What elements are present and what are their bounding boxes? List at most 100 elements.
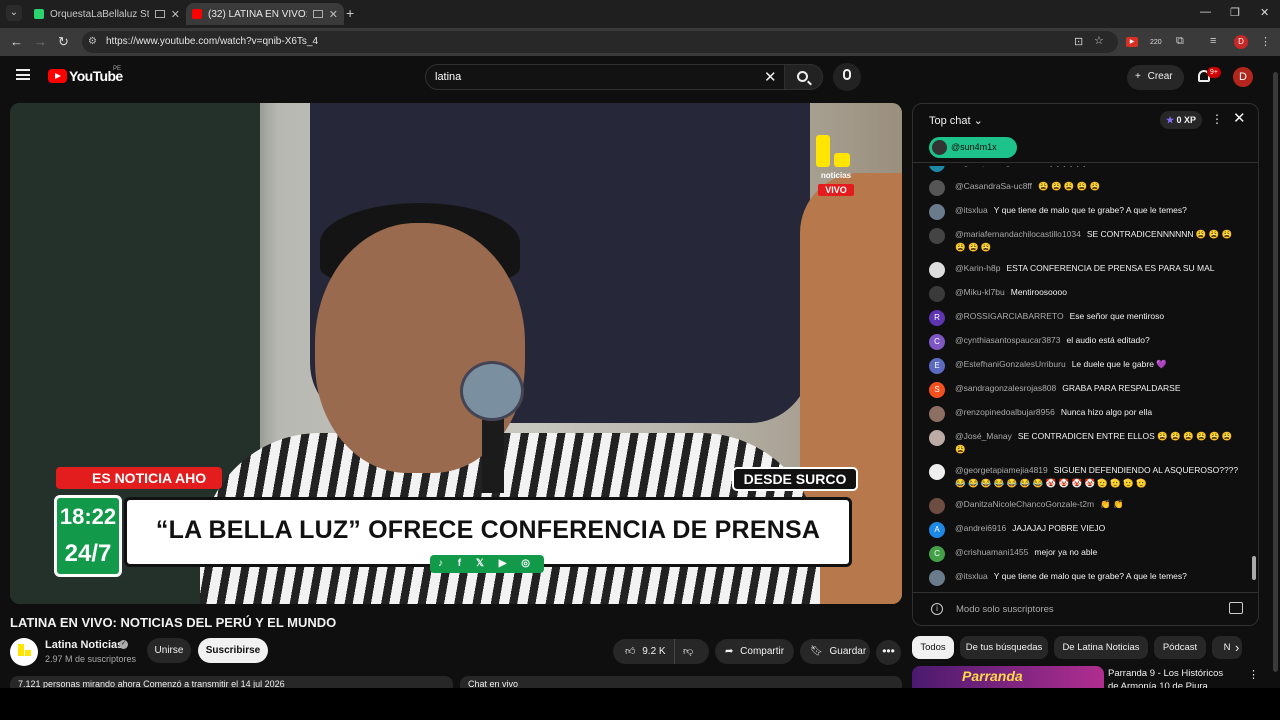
browser-tab[interactable]: OrquestaLaBellaluz Stream ✕ (28, 3, 186, 25)
chat-message[interactable]: @itsxlua Y que tiene de malo que te grabe… (913, 566, 1249, 590)
browser-menu-icon[interactable]: ⋮ (1260, 35, 1271, 48)
subscribe-button[interactable]: Suscribirse (198, 638, 268, 663)
chat-message[interactable]: @DanitzaNicoleChancoGonzale-t2m 👏 👏 (913, 494, 1249, 518)
bookmark-star-icon[interactable]: ☆ (1094, 34, 1104, 47)
reading-list-icon[interactable]: ≡ (1210, 35, 1216, 47)
browser-profile-avatar[interactable]: D (1234, 35, 1248, 49)
url-text[interactable]: https://www.youtube.com/watch?v=qnib-X6T… (106, 36, 318, 47)
chevron-right-icon[interactable]: › (1235, 640, 1239, 655)
channel-avatar[interactable] (10, 638, 38, 666)
address-bar[interactable]: ⚙ https://www.youtube.com/watch?v=qnib-X… (82, 31, 1118, 53)
chat-author-name[interactable]: @sandragonzalesrojas808 (955, 383, 1056, 393)
chat-author-avatar[interactable] (929, 430, 945, 446)
chat-author-avatar[interactable] (929, 406, 945, 422)
live-chat-panel-link[interactable]: Chat en vivo (460, 676, 902, 688)
chat-message[interactable]: @georgetapiamejia4819 SIGUEN DEFENDIENDO … (913, 460, 1249, 494)
media-icon[interactable] (312, 10, 323, 18)
chat-mode-dropdown[interactable]: Top chat ⌄ (929, 114, 983, 127)
chat-message[interactable]: @mariafernandachilocastillo1034 SE CONTRA… (913, 224, 1249, 258)
reload-icon[interactable]: ↻ (58, 34, 69, 50)
video-player[interactable]: noticias VIVO ES NOTICIA AHO DESDE SURCO… (10, 103, 902, 604)
pinned-ticker[interactable]: @sun4m1x (929, 137, 1017, 158)
tab-search-button[interactable]: ⌄ (6, 5, 22, 21)
chat-message[interactable]: R @ROSSIGARCIABARRETO Ese señor que mentir… (913, 306, 1249, 330)
chat-author-avatar[interactable] (929, 180, 945, 196)
chat-author-name[interactable]: @itsxlua (955, 571, 988, 581)
channel-name[interactable]: Latina Noticias (45, 639, 123, 651)
voice-search-button[interactable] (833, 63, 861, 91)
chat-author-name[interactable]: @giampiereaguilar4114 (955, 166, 1045, 167)
new-tab-button[interactable]: + (346, 5, 354, 21)
chat-message[interactable]: E @EstefhaniGonzalesUrriburu Le duele que … (913, 354, 1249, 378)
chat-author-name[interactable]: @mariafernandachilocastillo1034 (955, 229, 1081, 239)
chip-podcast[interactable]: Pódcast (1154, 636, 1206, 659)
search-input[interactable]: latina ✕ (425, 64, 785, 90)
chat-author-avatar[interactable] (929, 286, 945, 302)
chat-author-name[interactable]: @CasandraSa-uc8ff (955, 181, 1032, 191)
money-icon[interactable] (1229, 602, 1243, 614)
chat-author-name[interactable]: @georgetapiamejia4819 (955, 465, 1048, 475)
install-app-icon[interactable]: ⊡ (1074, 35, 1083, 48)
maximize-icon[interactable]: ❐ (1230, 6, 1240, 19)
chat-message[interactable]: @Karin-h8p ESTA CONFERENCIA DE PRENSA ES … (913, 258, 1249, 282)
chat-author-avatar[interactable]: A (929, 522, 945, 538)
recommended-options-icon[interactable]: ⋮ (1248, 668, 1259, 681)
join-button[interactable]: Unirse (147, 638, 191, 663)
minimize-icon[interactable]: — (1200, 6, 1211, 18)
chat-author-name[interactable]: @Miku-kl7bu (955, 287, 1005, 297)
search-button[interactable] (784, 64, 823, 90)
chat-message[interactable]: C @cynthiasantospaucar3873 el audio está e… (913, 330, 1249, 354)
account-avatar[interactable]: D (1233, 67, 1253, 87)
forward-icon[interactable]: → (34, 34, 47, 49)
chat-author-avatar[interactable]: D (929, 166, 945, 172)
dislike-button[interactable]: 👎︎ (683, 639, 703, 664)
chat-author-name[interactable]: @Karin-h8p (955, 263, 1000, 273)
media-icon[interactable] (154, 10, 165, 18)
chat-author-name[interactable]: @renzopinedoalbujar8956 (955, 407, 1055, 417)
chat-message[interactable]: @CasandraSa-uc8ff 😩 😩 😩 😩 😩 (913, 176, 1249, 200)
chat-author-name[interactable]: @José_Manay (955, 431, 1012, 441)
youtube-logo-icon[interactable] (48, 69, 67, 83)
chat-author-name[interactable]: @crishuamani1455 (955, 547, 1028, 557)
chat-author-name[interactable]: @DanitzaNicoleChancoGonzale-t2m (955, 499, 1094, 509)
clear-search-icon[interactable]: ✕ (764, 68, 777, 86)
chat-author-name[interactable]: @andrei6916 (955, 523, 1006, 533)
save-button[interactable]: 🔖︎ Guardar (800, 639, 870, 664)
close-chat-icon[interactable]: ✕ (1233, 109, 1246, 127)
chat-author-avatar[interactable] (929, 228, 945, 244)
close-tab-icon[interactable]: ✕ (329, 8, 338, 21)
page-scrollbar-thumb[interactable] (1273, 72, 1278, 672)
chat-author-name[interactable]: @ROSSIGARCIABARRETO (955, 311, 1064, 321)
browser-tab-active[interactable]: (32) LATINA EN VIVO: NOTI ✕ (186, 3, 344, 25)
extension-counter[interactable]: 220 (1150, 39, 1162, 46)
extensions-puzzle-icon[interactable]: ⧉ (1176, 35, 1184, 48)
chat-message[interactable]: @itsxlua Y que tiene de malo que te grabe… (913, 200, 1249, 224)
back-icon[interactable]: ← (10, 34, 23, 49)
chat-message[interactable]: @Miku-kl7bu Mentiroosoooo (913, 282, 1249, 306)
chat-options-icon[interactable]: ⋮ (1211, 112, 1223, 126)
chat-author-avatar[interactable] (929, 498, 945, 514)
chat-author-avatar[interactable]: S (929, 382, 945, 398)
chat-author-avatar[interactable]: R (929, 310, 945, 326)
share-button[interactable]: ➦ Compartir (715, 639, 794, 664)
chip-all[interactable]: Todos (912, 636, 954, 659)
site-info-icon[interactable]: ⚙ (88, 36, 97, 47)
chat-message[interactable]: A @andrei6916 JAJAJAJ POBRE VIEJO (913, 518, 1249, 542)
chat-message[interactable]: D @giampiereaguilar4114 jajajajajaja ta lo… (913, 166, 1249, 176)
create-button[interactable]: + Crear (1127, 65, 1184, 90)
chat-author-avatar[interactable] (929, 570, 945, 586)
extension-red-icon[interactable]: ▶ (1126, 37, 1138, 47)
chat-author-avatar[interactable] (929, 204, 945, 220)
description-panel[interactable]: 7.121 personas mirando ahora Comenzó a t… (10, 676, 453, 688)
chip-from-searches[interactable]: De tus búsquedas (960, 636, 1048, 659)
recommended-thumbnail[interactable]: Parranda (912, 666, 1104, 688)
chat-author-avatar[interactable]: C (929, 546, 945, 562)
like-button[interactable]: 👍︎ 9.2 K (613, 639, 675, 664)
chip-from-channel[interactable]: De Latina Noticias (1054, 636, 1148, 659)
chat-message[interactable]: @renzopinedoalbujar8956 Nunca hizo algo p… (913, 402, 1249, 426)
info-icon[interactable]: i (931, 603, 943, 615)
xp-badge[interactable]: ★ 0 XP (1160, 111, 1202, 129)
close-window-icon[interactable]: ✕ (1260, 6, 1269, 19)
chat-author-name[interactable]: @itsxlua (955, 205, 988, 215)
chat-author-avatar[interactable] (929, 262, 945, 278)
